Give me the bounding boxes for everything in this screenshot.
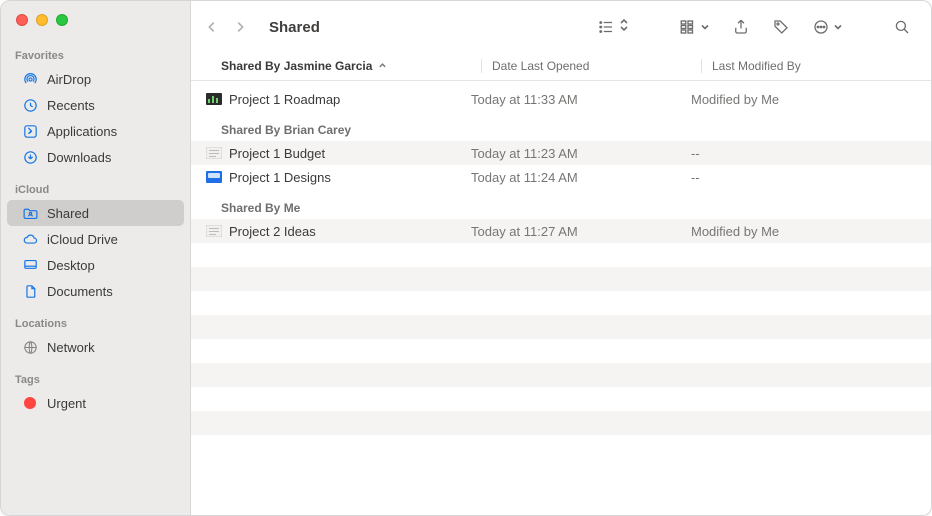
zoom-window-button[interactable]	[56, 14, 68, 26]
group-header: Shared By Me	[191, 189, 931, 219]
documents-icon	[21, 282, 39, 300]
empty-row	[191, 243, 931, 267]
file-row[interactable]: Project 1 Designs Today at 11:24 AM--	[191, 165, 931, 189]
sort-caret-icon	[378, 59, 387, 73]
sidebar-item-documents[interactable]: Documents	[7, 278, 184, 304]
tag-dot-icon	[21, 394, 39, 412]
sidebar: Favorites AirDrop Recents Applications D…	[1, 1, 191, 515]
column-headers: Shared By Jasmine Garcia Date Last Opene…	[191, 53, 931, 81]
file-name: Project 1 Roadmap	[229, 92, 340, 107]
sidebar-item-desktop[interactable]: Desktop	[7, 252, 184, 278]
empty-row	[191, 387, 931, 411]
file-modified-by: Modified by Me	[681, 92, 931, 107]
forward-button[interactable]	[231, 20, 249, 34]
sidebar-item-label: Recents	[47, 98, 95, 113]
sidebar-item-label: iCloud Drive	[47, 232, 118, 247]
section-favorites-label: Favorites	[1, 46, 190, 66]
empty-row	[191, 315, 931, 339]
file-modified-by: --	[681, 170, 931, 185]
tag-dot	[24, 397, 36, 409]
sidebar-item-applications[interactable]: Applications	[7, 118, 184, 144]
sidebar-item-label: Downloads	[47, 150, 111, 165]
file-modified-by: --	[681, 146, 931, 161]
file-icon	[206, 171, 222, 183]
desktop-icon	[21, 256, 39, 274]
file-list: Project 1 RoadmapToday at 11:33 AMModifi…	[191, 81, 931, 515]
section-tags-label: Tags	[1, 370, 190, 390]
file-date: Today at 11:23 AM	[461, 146, 681, 161]
sidebar-item-airdrop[interactable]: AirDrop	[7, 66, 184, 92]
sidebar-item-label: Desktop	[47, 258, 95, 273]
main-pane: Shared	[191, 1, 931, 515]
clock-icon	[21, 96, 39, 114]
file-icon	[206, 93, 222, 105]
shared-folder-icon	[21, 204, 39, 222]
sidebar-item-label: Urgent	[47, 396, 86, 411]
section-icloud-label: iCloud	[1, 180, 190, 200]
column-header-modified-by[interactable]: Last Modified By	[701, 59, 931, 73]
sidebar-item-network[interactable]: Network	[7, 334, 184, 360]
file-row[interactable]: Project 1 Roadmap Today at 11:33 AMModifi…	[191, 87, 931, 111]
window-controls	[1, 14, 190, 46]
sidebar-item-label: Shared	[47, 206, 89, 221]
group-header: Shared By Brian Carey	[191, 111, 931, 141]
group-by-button[interactable]	[673, 15, 716, 39]
sidebar-item-tag-urgent[interactable]: Urgent	[7, 390, 184, 416]
applications-icon	[21, 122, 39, 140]
downloads-icon	[21, 148, 39, 166]
minimize-window-button[interactable]	[36, 14, 48, 26]
finder-window: Favorites AirDrop Recents Applications D…	[0, 0, 932, 516]
view-mode-button[interactable]	[591, 15, 635, 40]
search-button[interactable]	[887, 15, 917, 39]
sidebar-item-shared[interactable]: Shared	[7, 200, 184, 226]
sidebar-item-label: Applications	[47, 124, 117, 139]
file-date: Today at 11:24 AM	[461, 170, 681, 185]
empty-row	[191, 339, 931, 363]
airdrop-icon	[21, 70, 39, 88]
more-actions-button[interactable]	[806, 15, 849, 39]
empty-row	[191, 267, 931, 291]
sidebar-item-label: AirDrop	[47, 72, 91, 87]
file-date: Today at 11:33 AM	[461, 92, 681, 107]
updown-caret-icon	[619, 18, 629, 37]
file-name: Project 1 Budget	[229, 146, 325, 161]
section-locations-label: Locations	[1, 314, 190, 334]
sidebar-item-icloud-drive[interactable]: iCloud Drive	[7, 226, 184, 252]
close-window-button[interactable]	[16, 14, 28, 26]
empty-row	[191, 411, 931, 435]
back-button[interactable]	[203, 20, 221, 34]
cloud-icon	[21, 230, 39, 248]
sidebar-item-downloads[interactable]: Downloads	[7, 144, 184, 170]
share-button[interactable]	[726, 15, 756, 39]
file-date: Today at 11:27 AM	[461, 224, 681, 239]
file-icon	[206, 147, 222, 159]
file-icon	[206, 225, 222, 237]
sidebar-item-label: Documents	[47, 284, 113, 299]
empty-row	[191, 363, 931, 387]
file-name: Project 2 Ideas	[229, 224, 316, 239]
column-header-date[interactable]: Date Last Opened	[481, 59, 701, 73]
window-title: Shared	[269, 19, 320, 36]
tags-button[interactable]	[766, 15, 796, 39]
network-icon	[21, 338, 39, 356]
sidebar-item-recents[interactable]: Recents	[7, 92, 184, 118]
toolbar: Shared	[191, 1, 931, 53]
file-modified-by: Modified by Me	[681, 224, 931, 239]
file-row[interactable]: Project 2 Ideas Today at 11:27 AMModified…	[191, 219, 931, 243]
file-name: Project 1 Designs	[229, 170, 331, 185]
sidebar-item-label: Network	[47, 340, 95, 355]
empty-row	[191, 291, 931, 315]
file-row[interactable]: Project 1 Budget Today at 11:23 AM--	[191, 141, 931, 165]
column-header-name[interactable]: Shared By Jasmine Garcia	[221, 59, 481, 73]
